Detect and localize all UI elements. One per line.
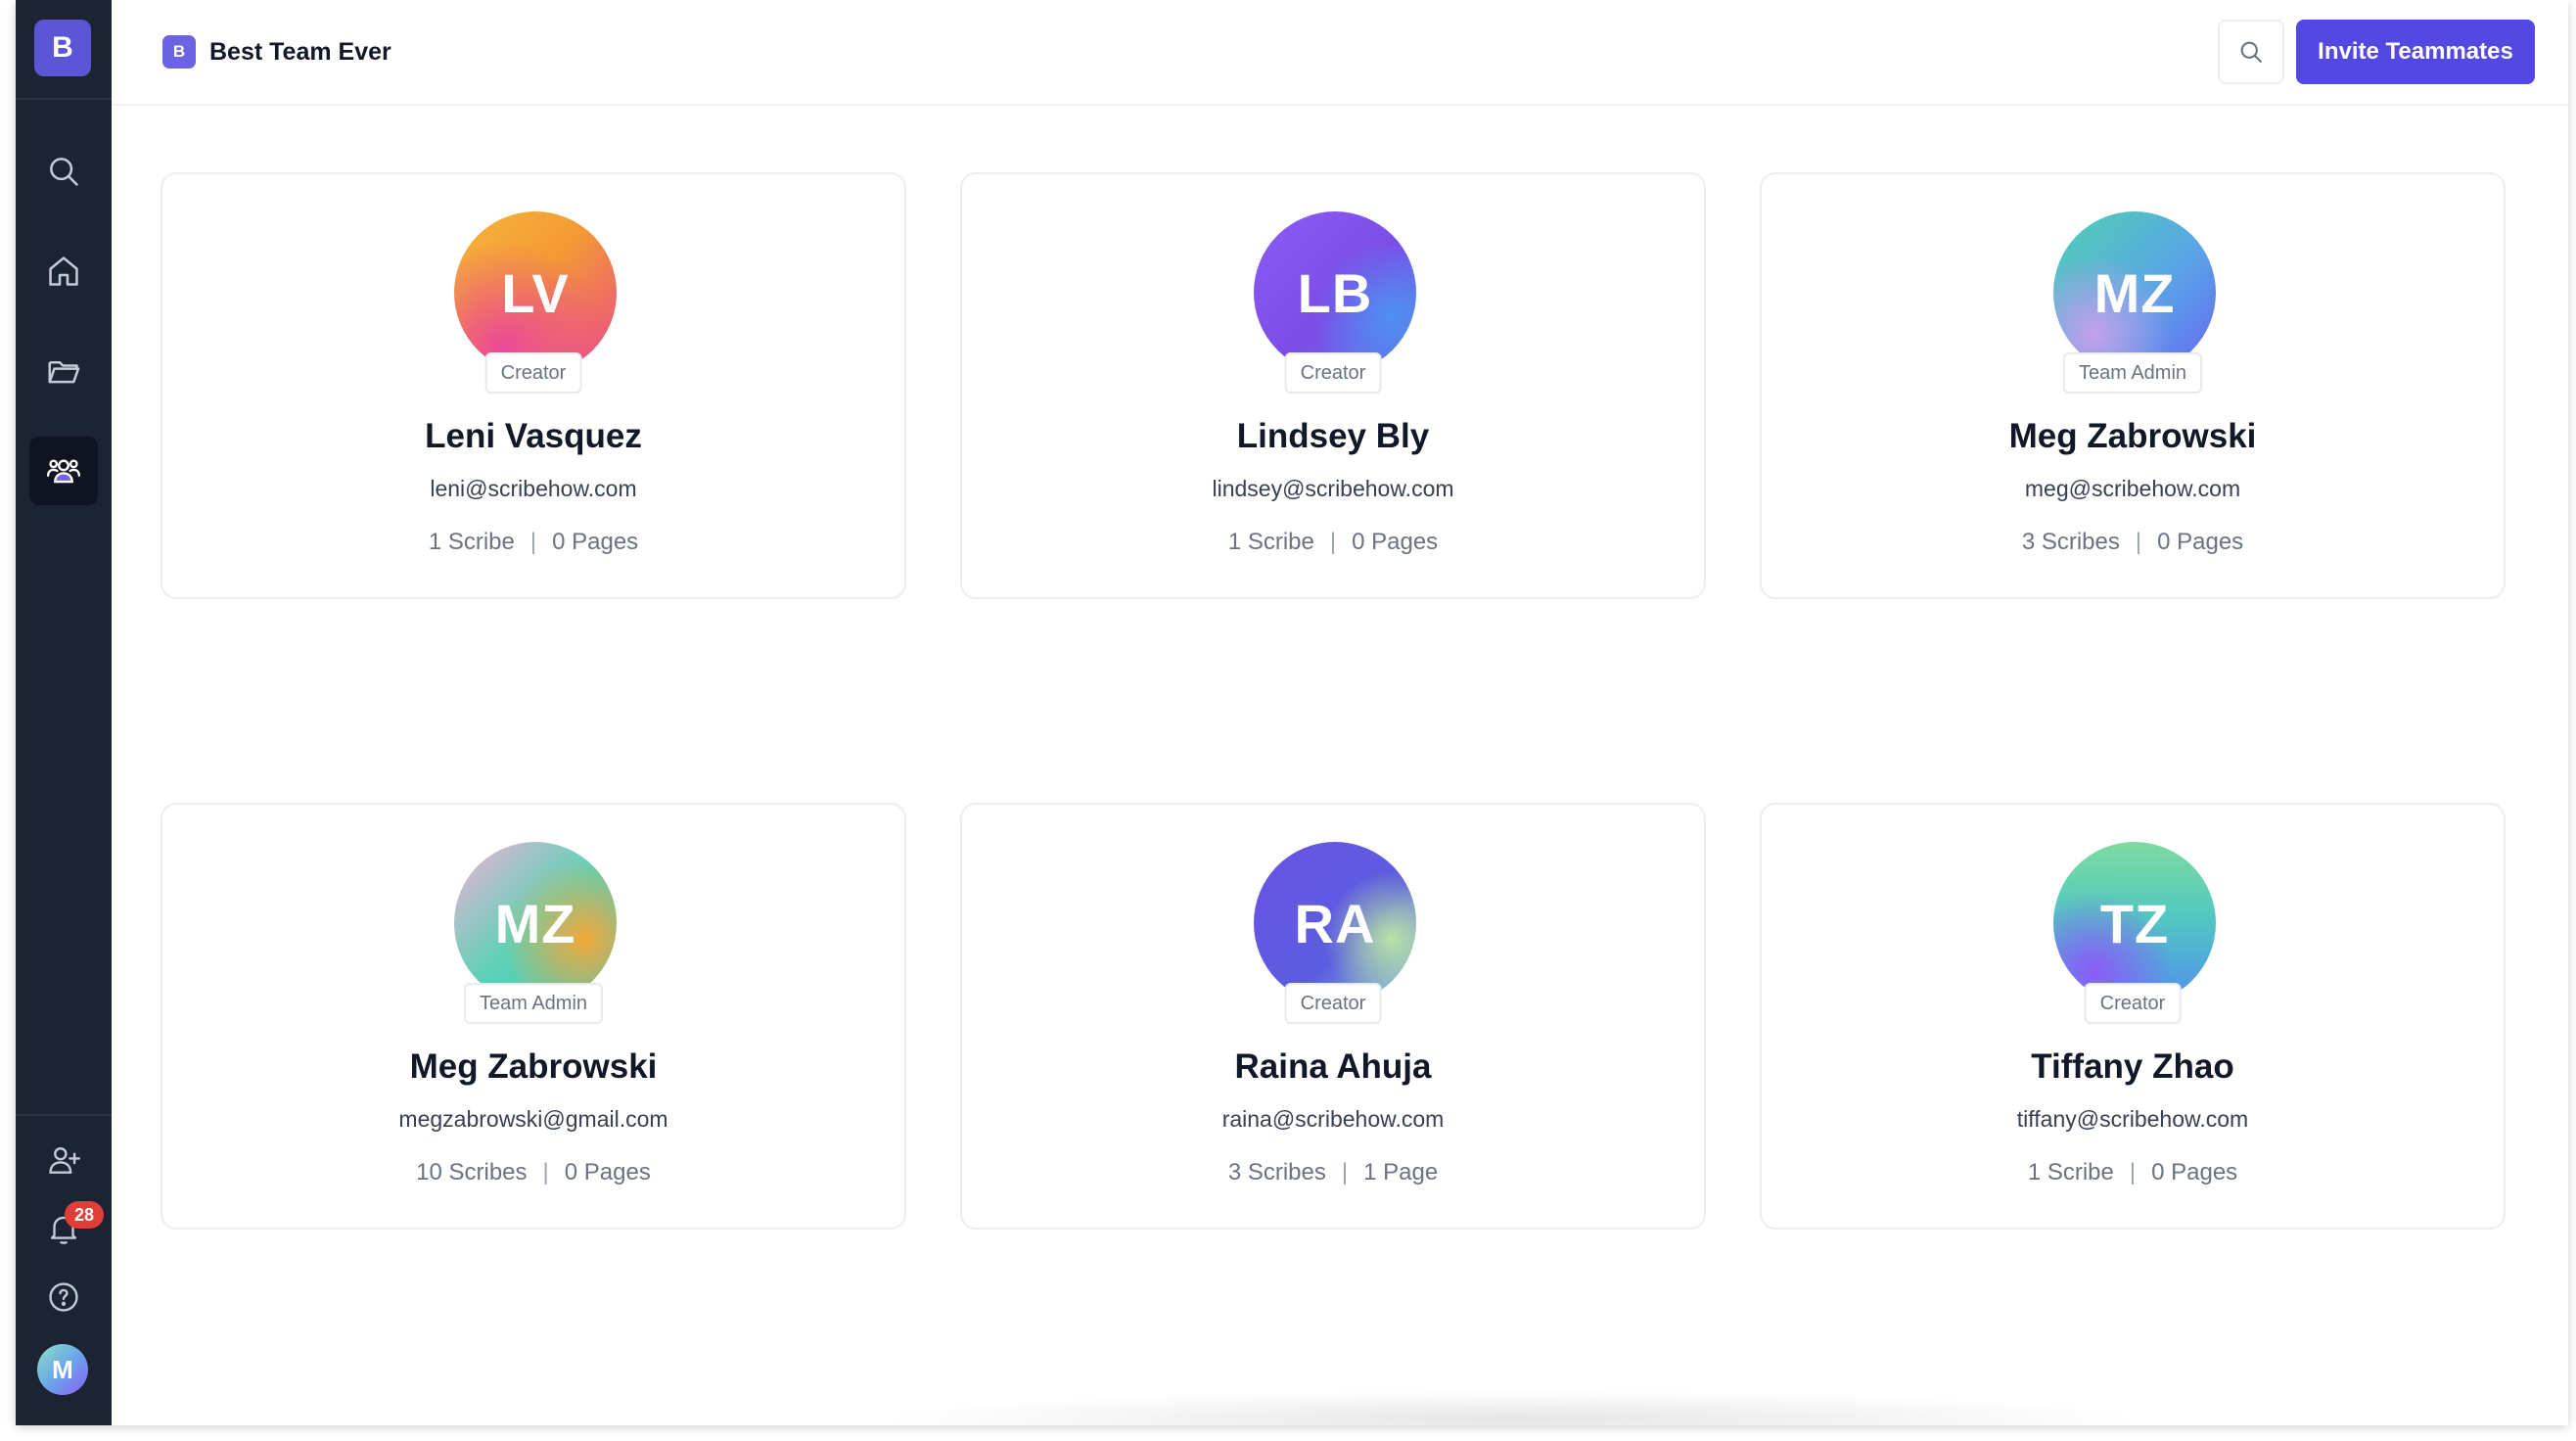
stats-separator: | <box>1329 529 1337 555</box>
search-button[interactable] <box>2218 20 2284 84</box>
notification-count-badge: 28 <box>65 1201 104 1229</box>
member-name: Meg Zabrowski <box>2008 417 2257 455</box>
role-badge: Creator <box>1284 352 1382 394</box>
sidebar-item-team[interactable] <box>29 437 98 505</box>
role-badge: Team Admin <box>2062 352 2203 394</box>
member-stats: 1 Scribe | 0 Pages <box>162 529 904 556</box>
scribe-count: 3 Scribes <box>2021 529 2120 555</box>
page-count: 0 Pages <box>1352 529 1439 555</box>
stats-separator: | <box>529 529 537 555</box>
member-avatar: TZ <box>2053 842 2216 1004</box>
member-avatar: RA <box>1254 842 1416 1004</box>
page-count: 0 Pages <box>552 529 639 555</box>
stats-separator: | <box>2129 1159 2137 1185</box>
role-badge: Team Admin <box>463 983 604 1024</box>
role-badge: Creator <box>2084 983 2182 1024</box>
stats-separator: | <box>542 1159 549 1185</box>
member-stats: 1 Scribe | 0 Pages <box>962 529 1704 556</box>
scroll-shadow <box>877 1390 2149 1425</box>
scribe-count: 10 Scribes <box>416 1159 528 1185</box>
search-icon <box>2240 41 2262 63</box>
member-card[interactable]: RA Creator Raina Ahuja raina@scribehow.c… <box>960 803 1706 1230</box>
page-count: 0 Pages <box>2151 1159 2238 1185</box>
invite-teammates-button[interactable]: Invite Teammates <box>2296 20 2535 84</box>
member-stats: 3 Scribes | 0 Pages <box>1762 529 2504 556</box>
member-stats: 1 Scribe | 0 Pages <box>1762 1159 2504 1186</box>
scribe-count: 1 Scribe <box>2027 1159 2114 1185</box>
member-email: megzabrowski@gmail.com <box>398 1106 668 1132</box>
search-icon <box>50 158 78 186</box>
header-bar: B Best Team Ever Invite Teammates <box>112 0 2568 106</box>
member-name: Meg Zabrowski <box>409 1047 658 1086</box>
member-card[interactable]: LV Creator Leni Vasquez leni@scribehow.c… <box>161 172 906 599</box>
team-name[interactable]: Best Team Ever <box>209 35 391 69</box>
sidebar-item-help[interactable] <box>29 1263 98 1331</box>
team-badge: B <box>162 35 196 69</box>
member-email: tiffany@scribehow.com <box>2016 1106 2249 1132</box>
scribe-count: 1 Scribe <box>428 529 515 555</box>
member-avatar: LV <box>454 211 617 374</box>
member-name: Lindsey Bly <box>1236 417 1430 455</box>
page-count: 0 Pages <box>2157 529 2244 555</box>
member-name: Raina Ahuja <box>1234 1047 1432 1086</box>
user-plus-icon <box>49 1146 81 1174</box>
member-name: Leni Vasquez <box>425 417 642 455</box>
member-stats: 10 Scribes | 0 Pages <box>162 1159 904 1186</box>
member-avatar: LB <box>1254 211 1416 374</box>
role-badge: Creator <box>484 352 582 394</box>
stats-separator: | <box>2135 529 2142 555</box>
member-avatar: MZ <box>454 842 617 1004</box>
page-count: 1 Page <box>1363 1159 1439 1185</box>
user-avatar[interactable]: M <box>37 1344 88 1395</box>
member-card[interactable]: LB Creator Lindsey Bly lindsey@scribehow… <box>960 172 1706 599</box>
sidebar-item-add-user[interactable] <box>29 1126 98 1194</box>
app-window: B 28 M B Best Team Ever Invite Teammates… <box>16 0 2568 1425</box>
sidebar-divider <box>16 98 112 100</box>
help-circle-icon <box>49 1282 78 1312</box>
member-name: Tiffany Zhao <box>2031 1047 2234 1086</box>
scribe-count: 1 Scribe <box>1227 529 1314 555</box>
home-icon <box>49 256 78 286</box>
folder-icon <box>48 361 80 384</box>
sidebar-item-search[interactable] <box>29 137 98 206</box>
member-email: meg@scribehow.com <box>2024 476 2241 501</box>
member-card[interactable]: MZ Team Admin Meg Zabrowski meg@scribeho… <box>1760 172 2506 599</box>
scribe-count: 3 Scribes <box>1227 1159 1326 1185</box>
member-card[interactable]: MZ Team Admin Meg Zabrowski megzabrowski… <box>161 803 906 1230</box>
member-email: leni@scribehow.com <box>430 476 637 501</box>
users-icon <box>46 459 81 484</box>
member-avatar: MZ <box>2053 211 2216 374</box>
workspace-switcher[interactable]: B <box>34 20 91 76</box>
member-email: raina@scribehow.com <box>1221 1106 1445 1132</box>
member-stats: 3 Scribes | 1 Page <box>962 1159 1704 1186</box>
sidebar-item-home[interactable] <box>29 237 98 305</box>
role-badge: Creator <box>1284 983 1382 1024</box>
stats-separator: | <box>1341 1159 1349 1185</box>
sidebar-divider <box>16 1114 112 1116</box>
member-card[interactable]: TZ Creator Tiffany Zhao tiffany@scribeho… <box>1760 803 2506 1230</box>
page-count: 0 Pages <box>564 1159 651 1185</box>
sidebar-item-folders[interactable] <box>29 337 98 405</box>
member-email: lindsey@scribehow.com <box>1212 476 1454 501</box>
sidebar: B 28 M <box>16 0 112 1425</box>
